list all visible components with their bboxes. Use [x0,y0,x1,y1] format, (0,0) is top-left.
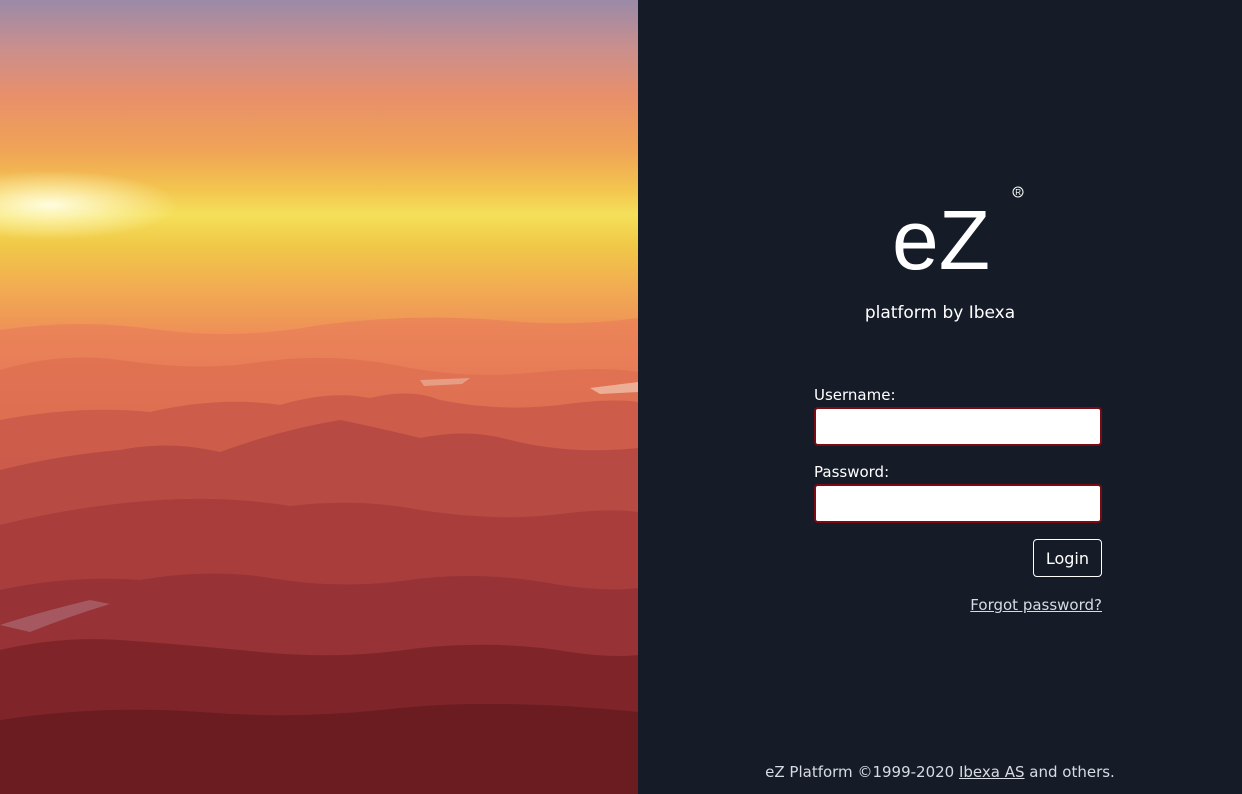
login-form: Username: Password: Login Forgot passwor… [814,386,1102,614]
footer-suffix: and others. [1029,763,1115,781]
footer: eZ Platform ©1999-2020 Ibexa AS and othe… [620,763,1242,781]
login-button[interactable]: Login [1032,539,1102,577]
landscape-background-image [0,0,638,794]
login-panel: eZ R platform by Ibexa Username: Passwor… [638,0,1242,794]
form-actions: Login [814,539,1102,577]
password-input[interactable] [814,484,1102,523]
password-label: Password: [814,463,890,481]
ibexa-link[interactable]: Ibexa AS [959,763,1025,781]
login-page: eZ R platform by Ibexa Username: Passwor… [0,0,1242,794]
svg-text:eZ: eZ [892,193,990,275]
brand-tagline: platform by Ibexa [864,303,1016,323]
registered-mark: R [1015,188,1021,197]
forgot-password-link[interactable]: Forgot password? [814,596,1102,614]
ez-logo-icon: eZ R [892,186,1024,275]
username-label: Username: [814,386,896,404]
username-input[interactable] [814,407,1102,446]
footer-copyright: eZ Platform ©1999-2020 [765,763,955,781]
mountain-silhouettes [0,317,638,794]
